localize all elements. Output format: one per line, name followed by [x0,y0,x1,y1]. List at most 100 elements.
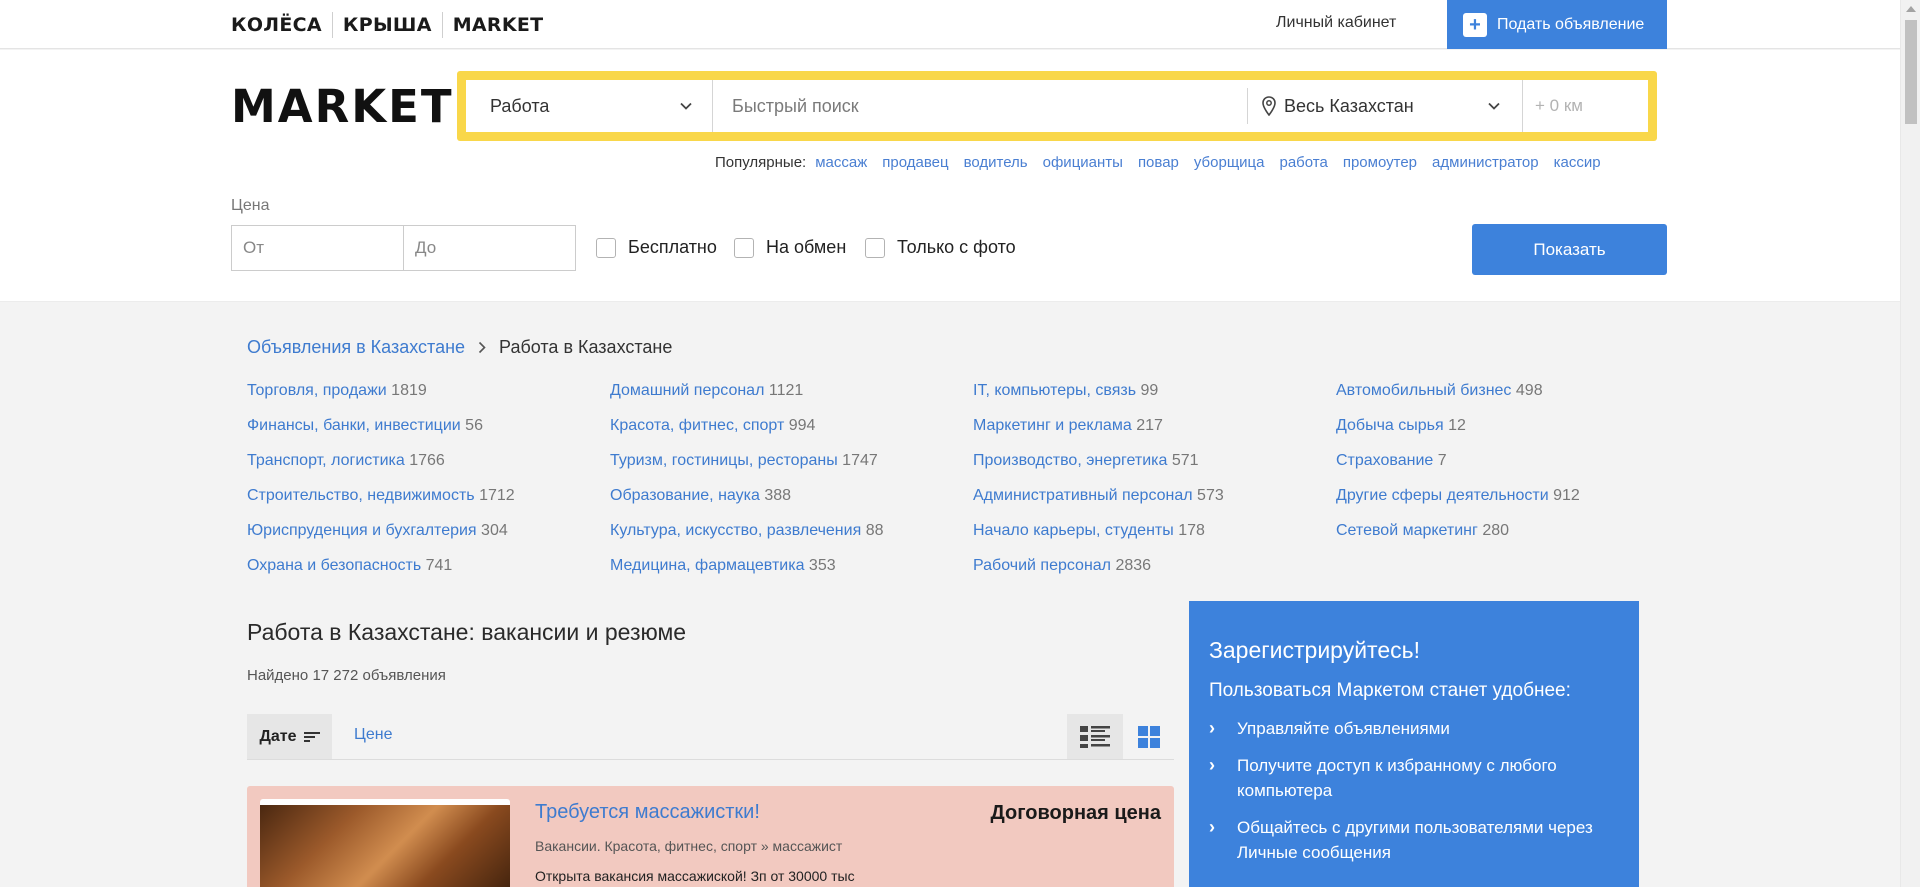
category-item: Страхование 7 [1336,450,1666,472]
category-item: Автомобильный бизнес 498 [1336,380,1666,402]
category-link[interactable]: Образование, наука [610,487,760,504]
category-count: 304 [481,522,508,539]
photo-only-checkbox[interactable]: Только с фото [865,237,1016,258]
category-item: Другие сферы деятельности 912 [1336,485,1666,507]
region-select-value: Весь Казахстан [1284,95,1414,116]
category-item: Производство, энергетика 571 [973,450,1336,472]
category-item: Начало карьеры, студенты 178 [973,520,1336,542]
category-select[interactable]: Работа [466,80,713,132]
checkbox-box[interactable] [734,237,754,258]
chevron-right-icon [478,341,486,354]
category-link[interactable]: IT, компьютеры, связь [973,382,1136,399]
category-link[interactable]: Производство, энергетика [973,452,1167,469]
price-label: Цена [231,197,270,214]
popular-link[interactable]: водитель [964,154,1028,171]
sort-by-date-button[interactable]: Дате [247,714,332,759]
category-link[interactable]: Культура, искусство, развлечения [610,522,861,539]
brand-links: КОЛЁСА КРЫША MARKET [231,0,553,49]
personal-cabinet-link[interactable]: Личный кабинет [1276,14,1396,32]
category-link[interactable]: Строительство, недвижимость [247,487,475,504]
checkbox-box[interactable] [865,237,885,258]
page-scrollbar[interactable] [1900,0,1920,887]
region-select[interactable]: Весь Казахстан [1248,80,1523,132]
exchange-checkbox[interactable]: На обмен [734,237,846,258]
category-link[interactable]: Финансы, банки, инвестиции [247,417,461,434]
ad-card[interactable]: Требуется массажистки! Договорная цена В… [247,786,1174,887]
location-pin-icon [1262,96,1276,116]
category-link[interactable]: Торговля, продажи [247,382,387,399]
category-item: IT, компьютеры, связь 99 [973,380,1336,402]
popular-link[interactable]: кассир [1554,154,1601,171]
breadcrumb: Объявления в Казахстане Работа в Казахст… [247,337,672,358]
grid-view-button[interactable] [1123,714,1175,759]
popular-link[interactable]: администратор [1432,154,1539,171]
radius-input[interactable]: + 0 км [1523,80,1648,132]
brand-krysha-link[interactable]: КРЫША [331,11,442,38]
post-ad-button[interactable]: + Подать объявление [1447,0,1667,49]
ad-title-link[interactable]: Требуется массажистки! [535,801,760,824]
category-link[interactable]: Красота, фитнес, спорт [610,417,784,434]
popular-link[interactable]: повар [1138,154,1179,171]
category-count: 217 [1136,417,1163,434]
show-button[interactable]: Показать [1472,224,1667,275]
popular-link[interactable]: уборщица [1194,154,1265,171]
scroll-up-arrow-icon[interactable] [1906,6,1916,12]
category-link[interactable]: Рабочий персонал [973,557,1111,574]
breadcrumb-current: Работа в Казахстане [499,337,673,357]
category-count: 1747 [842,452,878,469]
category-link[interactable]: Административный персонал [973,487,1193,504]
category-link[interactable]: Юриспруденция и бухгалтерия [247,522,477,539]
category-link[interactable]: Медицина, фармацевтика [610,557,804,574]
sort-by-price-link[interactable]: Цене [354,726,392,744]
checkbox-box[interactable] [596,237,616,258]
brand-market-link[interactable]: MARKET [441,11,554,38]
category-link[interactable]: Туризм, гостиницы, рестораны [610,452,838,469]
category-link[interactable]: Страхование [1336,452,1433,469]
category-link[interactable]: Начало карьеры, студенты [973,522,1174,539]
category-count: 99 [1140,382,1159,399]
free-checkbox[interactable]: Бесплатно [596,237,717,258]
scrollbar-thumb[interactable] [1905,20,1917,124]
category-item: Домашний персонал 1121 [610,380,973,402]
price-from-input[interactable]: От [232,226,403,270]
popular-link[interactable]: официанты [1043,154,1123,171]
category-link[interactable]: Добыча сырья [1336,417,1444,434]
search-section: MARKET Работа Весь Казахстан + 0 км Попу… [0,50,1900,302]
popular-link[interactable]: промоутер [1343,154,1417,171]
market-logo[interactable]: MARKET [231,80,454,133]
chevron-right-icon: › [1209,817,1215,837]
popular-label: Популярные: [715,154,807,171]
popular-link[interactable]: массаж [815,154,867,171]
category-count: 56 [465,417,483,434]
chevron-down-icon [680,102,692,110]
category-item: Рабочий персонал 2836 [973,555,1336,577]
category-item: Строительство, недвижимость 1712 [247,485,610,507]
register-title: Зарегистрируйтесь! [1209,637,1420,663]
category-link[interactable]: Сетевой маркетинг [1336,522,1478,539]
category-link[interactable]: Охрана и безопасность [247,557,421,574]
category-item: Образование, наука 388 [610,485,973,507]
brand-kolesa-link[interactable]: КОЛЁСА [231,12,332,38]
category-link[interactable]: Домашний персонал [610,382,764,399]
breadcrumb-parent-link[interactable]: Объявления в Казахстане [247,337,465,358]
category-count: 741 [425,557,453,574]
category-item: Красота, фитнес, спорт 994 [610,415,973,437]
popular-searches: Популярные: массаж продавец водитель офи… [715,154,1601,171]
category-item: Транспорт, логистика 1766 [247,450,610,472]
category-link[interactable]: Маркетинг и реклама [973,417,1132,434]
category-count: 353 [808,557,836,574]
free-checkbox-label: Бесплатно [628,237,717,257]
category-link[interactable]: Другие сферы деятельности [1336,487,1549,504]
search-input[interactable] [713,88,1248,124]
category-link[interactable]: Транспорт, логистика [247,452,405,469]
category-item: Охрана и безопасность 741 [247,555,610,577]
price-to-input[interactable]: До [403,226,575,270]
category-count: 12 [1448,417,1466,434]
register-benefit: › Управляйте объявлениями [1209,716,1619,741]
popular-link[interactable]: работа [1280,154,1328,171]
list-view-button[interactable] [1067,714,1123,759]
category-link[interactable]: Автомобильный бизнес [1336,382,1511,399]
popular-link[interactable]: продавец [882,154,948,171]
plus-icon: + [1463,12,1487,37]
ad-photo[interactable] [260,799,510,887]
